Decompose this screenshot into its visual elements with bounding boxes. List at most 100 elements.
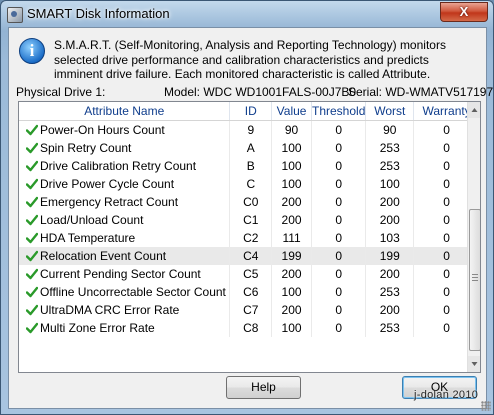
id-cell: C2: [229, 229, 273, 247]
table-row[interactable]: Emergency Retract Count C0 200 0 200 0: [19, 193, 480, 211]
id-cell: C8: [229, 319, 273, 337]
column-header-threshold[interactable]: Threshold: [311, 102, 367, 121]
table-row[interactable]: Relocation Event Count C4 199 0 199 0: [19, 247, 480, 265]
value-cell: 100: [271, 139, 312, 157]
table-row[interactable]: Drive Power Cycle Count C 100 0 100 0: [19, 175, 480, 193]
value-cell: 199: [271, 247, 312, 265]
close-button[interactable]: X: [440, 2, 488, 22]
attribute-name-text: Multi Zone Error Rate: [40, 321, 155, 335]
table-row[interactable]: Drive Calibration Retry Count B 100 0 253 0: [19, 157, 480, 175]
checkmark-icon: [26, 160, 38, 172]
attribute-name-text: Relocation Event Count: [40, 249, 167, 263]
attribute-name-cell: UltraDMA CRC Error Rate: [19, 301, 231, 319]
value-cell: 200: [271, 193, 312, 211]
column-header-attribute-name[interactable]: Attribute Name: [19, 102, 231, 121]
attribute-name-text: HDA Temperature: [40, 231, 136, 245]
attribute-name-cell: Load/Unload Count: [19, 211, 231, 229]
attribute-name-text: UltraDMA CRC Error Rate: [40, 303, 180, 317]
column-header-worst[interactable]: Worst: [365, 102, 415, 121]
table-row[interactable]: UltraDMA CRC Error Rate C7 200 0 200 0: [19, 301, 480, 319]
threshold-cell: 0: [311, 157, 367, 175]
value-cell: 100: [271, 283, 312, 301]
table-row[interactable]: Offline Uncorrectable Sector Count C6 100 0…: [19, 283, 480, 301]
drive-serial: Serial: WD-WMATV5171978: [348, 85, 494, 99]
table-row[interactable]: Spin Retry Count A 100 0 253 0: [19, 139, 480, 157]
smart-description: S.M.A.R.T. (Self-Monitoring, Analysis an…: [54, 38, 446, 81]
smart-dialog-window: SMART Disk Information X i S.M.A.R.T. (S…: [0, 0, 494, 415]
threshold-cell: 0: [311, 283, 367, 301]
attribute-name-text: Drive Power Cycle Count: [40, 177, 175, 191]
scroll-up-arrow[interactable]: [468, 102, 480, 118]
id-cell: 9: [229, 120, 273, 139]
table-row[interactable]: Power-On Hours Count 9 90 0 90 0: [19, 120, 480, 139]
id-cell: A: [229, 139, 273, 157]
checkmark-icon: [26, 124, 38, 136]
checkmark-icon: [26, 214, 38, 226]
value-cell: 90: [271, 120, 312, 139]
attribute-name-cell: Current Pending Sector Count: [19, 265, 231, 283]
attribute-name-cell: Emergency Retract Count: [19, 193, 231, 211]
checkmark-icon: [26, 268, 38, 280]
checkmark-icon: [26, 322, 38, 334]
column-header-id[interactable]: ID: [229, 102, 273, 121]
value-cell: 100: [271, 319, 312, 337]
attribute-name-cell: Power-On Hours Count: [19, 120, 231, 139]
dialog-body: i S.M.A.R.T. (Self-Monitoring, Analysis …: [8, 27, 493, 409]
worst-cell: 200: [365, 211, 415, 229]
threshold-cell: 0: [311, 247, 367, 265]
value-cell: 200: [271, 211, 312, 229]
worst-cell: 200: [365, 301, 415, 319]
attribute-name-text: Spin Retry Count: [40, 141, 132, 155]
value-cell: 200: [271, 301, 312, 319]
attribute-name-text: Load/Unload Count: [40, 213, 144, 227]
attribute-name-text: Current Pending Sector Count: [40, 267, 201, 281]
info-icon: i: [19, 38, 45, 64]
title-bar[interactable]: SMART Disk Information X: [1, 1, 493, 27]
worst-cell: 253: [365, 157, 415, 175]
checkmark-icon: [26, 142, 38, 154]
worst-cell: 200: [365, 193, 415, 211]
worst-cell: 103: [365, 229, 415, 247]
worst-cell: 100: [365, 175, 415, 193]
checkmark-icon: [26, 304, 38, 316]
checkmark-icon: [26, 232, 38, 244]
threshold-cell: 0: [311, 175, 367, 193]
value-cell: 111: [271, 229, 312, 247]
help-button[interactable]: Help: [226, 376, 301, 399]
id-cell: C5: [229, 265, 273, 283]
drive-model: Model: WDC WD1001FALS-00J7B0: [164, 85, 357, 99]
threshold-cell: 0: [311, 139, 367, 157]
worst-cell: 199: [365, 247, 415, 265]
drive-info: Physical Drive 1: Model: WDC WD1001FALS-…: [16, 85, 493, 99]
id-cell: C0: [229, 193, 273, 211]
id-cell: C1: [229, 211, 273, 229]
id-cell: C7: [229, 301, 273, 319]
column-header-value[interactable]: Value: [271, 102, 312, 121]
threshold-cell: 0: [311, 211, 367, 229]
resize-grip[interactable]: [481, 401, 491, 411]
table-row[interactable]: Load/Unload Count C1 200 0 200 0: [19, 211, 480, 229]
checkmark-icon: [26, 286, 38, 298]
table-row[interactable]: HDA Temperature C2 111 0 103 0: [19, 229, 480, 247]
scrollbar-thumb[interactable]: [469, 209, 480, 351]
table-row[interactable]: Current Pending Sector Count C5 200 0 200 0: [19, 265, 480, 283]
threshold-cell: 0: [311, 301, 367, 319]
attribute-name-text: Emergency Retract Count: [40, 195, 179, 209]
checkmark-icon: [26, 250, 38, 262]
threshold-cell: 0: [311, 229, 367, 247]
table-row[interactable]: Multi Zone Error Rate C8 100 0 253 0: [19, 319, 480, 337]
value-cell: 100: [271, 175, 312, 193]
checkmark-icon: [26, 178, 38, 190]
attribute-name-cell: Multi Zone Error Rate: [19, 319, 231, 337]
attribute-name-cell: Offline Uncorrectable Sector Count: [19, 283, 231, 301]
worst-cell: 253: [365, 283, 415, 301]
disk-app-icon: [7, 7, 23, 23]
scroll-down-arrow[interactable]: [468, 356, 480, 372]
attribute-table[interactable]: Attribute Name ID Value Threshold Worst Warra…: [18, 101, 481, 373]
attribute-name-text: Drive Calibration Retry Count: [40, 159, 197, 173]
threshold-cell: 0: [311, 193, 367, 211]
worst-cell: 253: [365, 319, 415, 337]
threshold-cell: 0: [311, 120, 367, 139]
worst-cell: 200: [365, 265, 415, 283]
vertical-scrollbar[interactable]: [467, 102, 480, 372]
